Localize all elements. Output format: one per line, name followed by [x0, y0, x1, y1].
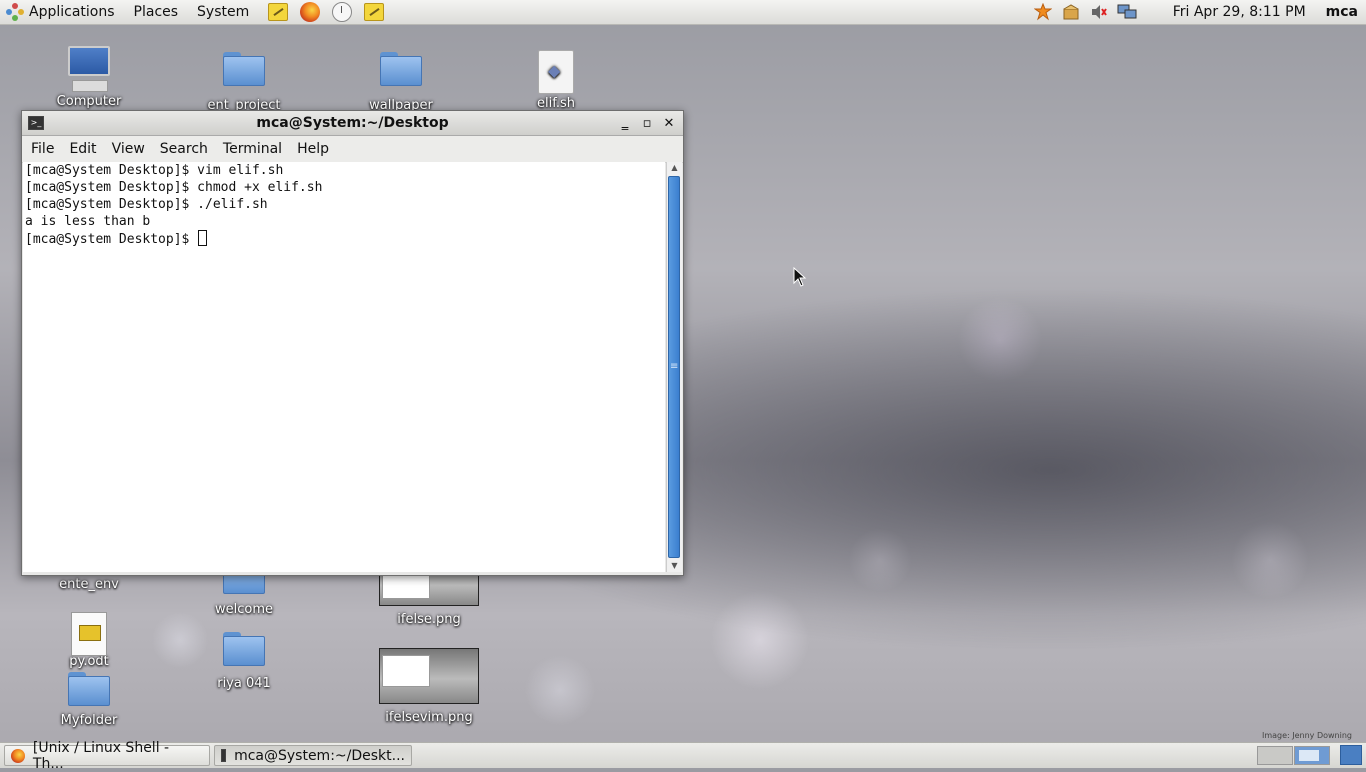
text-cursor	[198, 230, 208, 246]
image-thumbnail-icon	[379, 648, 479, 704]
mail-clock-icon	[332, 2, 353, 22]
terminal-line: a is less than b	[25, 214, 151, 229]
window-title: mca@System:~/Desktop	[256, 115, 449, 131]
task-label: mca@System:~/Deskt...	[234, 747, 405, 764]
folder-icon	[223, 632, 265, 666]
desktop-icon-label: Myfolder	[60, 713, 118, 728]
scroll-down-arrow-icon[interactable]: ▼	[667, 560, 682, 572]
desktop-icon-label: ifelsevim.png	[385, 710, 473, 725]
minimize-button[interactable]: ‗	[615, 113, 635, 133]
notes-icon	[364, 3, 385, 21]
scroll-up-arrow-icon[interactable]: ▲	[667, 162, 682, 174]
notes-launcher[interactable]	[363, 1, 385, 23]
desktop-icon-riya[interactable]: riya 041	[189, 632, 299, 691]
wallpaper-credit: Image: Jenny Downing	[1261, 731, 1352, 740]
terminal-line: [mca@System Desktop]$ chmod +x elif.sh	[25, 180, 323, 195]
workspace-2[interactable]	[1294, 746, 1330, 765]
desktop-icon-ifelsevim-png[interactable]: ifelsevim.png	[374, 648, 484, 725]
terminal-menubar: File Edit View Search Terminal Help	[22, 136, 683, 163]
package-icon[interactable]	[1061, 2, 1081, 22]
terminal-icon: >_	[28, 116, 44, 130]
firefox-launcher[interactable]	[299, 1, 321, 23]
computer-icon	[66, 46, 112, 92]
terminal-output[interactable]: [mca@System Desktop]$ vim elif.sh [mca@S…	[23, 162, 665, 572]
volume-muted-icon[interactable]	[1089, 2, 1109, 22]
taskbar-item-terminal[interactable]: mca@System:~/Deskt...	[214, 745, 412, 766]
network-icon[interactable]	[1117, 2, 1137, 22]
prompt-text: [mca@System Desktop]$	[25, 232, 198, 247]
show-desktop-icon[interactable]	[1340, 745, 1362, 765]
menu-search[interactable]: Search	[154, 141, 214, 157]
applications-label: Applications	[29, 4, 115, 20]
desktop-icon-computer[interactable]: Computer	[34, 46, 144, 109]
desktop-icon-ent-project[interactable]: ent_project	[189, 52, 299, 113]
system-menu[interactable]: System	[186, 0, 257, 24]
folder-icon	[380, 52, 422, 86]
menu-help[interactable]: Help	[291, 141, 335, 157]
menu-terminal[interactable]: Terminal	[217, 141, 288, 157]
notepad-icon	[268, 3, 289, 21]
task-label: [Unix / Linux Shell - Th...	[32, 739, 170, 772]
menu-edit[interactable]: Edit	[63, 141, 102, 157]
terminal-icon	[221, 749, 227, 762]
maximize-button[interactable]: ▫	[637, 113, 657, 133]
desktop-icon-wallpaper[interactable]: wallpaper	[346, 52, 456, 113]
desktop-icon-label: ente_env	[59, 577, 119, 592]
workspace-switcher	[1256, 746, 1330, 765]
places-label: Places	[133, 4, 179, 20]
desktop-icon-label: welcome	[214, 602, 273, 617]
firefox-icon	[300, 2, 321, 22]
desktop-icon-elif-sh[interactable]: elif.sh	[501, 50, 611, 111]
document-icon	[71, 612, 107, 656]
user-menu[interactable]: mca	[1326, 4, 1358, 20]
terminal-line: [mca@System Desktop]$ vim elif.sh	[25, 163, 284, 178]
menu-view[interactable]: View	[106, 141, 151, 157]
desktop-icon-py-odt[interactable]: py.odt	[34, 612, 144, 669]
terminal-line: [mca@System Desktop]$ ./elif.sh	[25, 197, 268, 212]
system-label: System	[197, 4, 250, 20]
folder-icon	[68, 672, 110, 706]
desktop-icon-label: ifelse.png	[397, 612, 461, 627]
firefox-icon	[11, 748, 25, 763]
desktop-icon-ente-env[interactable]: ente_env	[34, 575, 144, 592]
desktop-icon-myfolder[interactable]: Myfolder	[34, 672, 144, 728]
top-panel: Applications Places System Fri Apr 29, 8…	[0, 0, 1366, 25]
text-editor-launcher[interactable]	[267, 1, 289, 23]
clock[interactable]: Fri Apr 29, 8:11 PM	[1173, 4, 1306, 20]
taskbar-item-browser[interactable]: [Unix / Linux Shell - Th...	[4, 740, 210, 772]
mail-launcher[interactable]	[331, 1, 353, 23]
bottom-panel: [Unix / Linux Shell - Th... mca@System:~…	[0, 740, 1366, 772]
desktop-icon-label: elif.sh	[537, 96, 575, 111]
close-button[interactable]: ✕	[659, 113, 679, 133]
system-tray: Fri Apr 29, 8:11 PM mca	[1029, 0, 1366, 24]
desktop-icon-label: Computer	[56, 94, 122, 109]
scrollbar-thumb[interactable]	[668, 176, 680, 558]
gnome-foot-icon	[6, 3, 24, 21]
workspace-1[interactable]	[1257, 746, 1293, 765]
shell-script-icon	[538, 50, 574, 94]
desktop-icon-label: py.odt	[69, 654, 109, 669]
terminal-scrollbar[interactable]: ▲ ▼	[666, 162, 682, 572]
terminal-window[interactable]: >_ mca@System:~/Desktop ‗ ▫ ✕ File Edit …	[21, 110, 684, 576]
desktop-icon-label: riya 041	[217, 676, 271, 691]
folder-icon	[223, 52, 265, 86]
update-notifier-icon[interactable]	[1033, 2, 1053, 22]
menu-file[interactable]: File	[25, 141, 60, 157]
places-menu[interactable]: Places	[123, 0, 187, 24]
applications-menu[interactable]: Applications	[0, 0, 123, 24]
terminal-prompt-line: [mca@System Desktop]$	[25, 230, 665, 247]
terminal-titlebar[interactable]: >_ mca@System:~/Desktop ‗ ▫ ✕	[22, 111, 683, 136]
